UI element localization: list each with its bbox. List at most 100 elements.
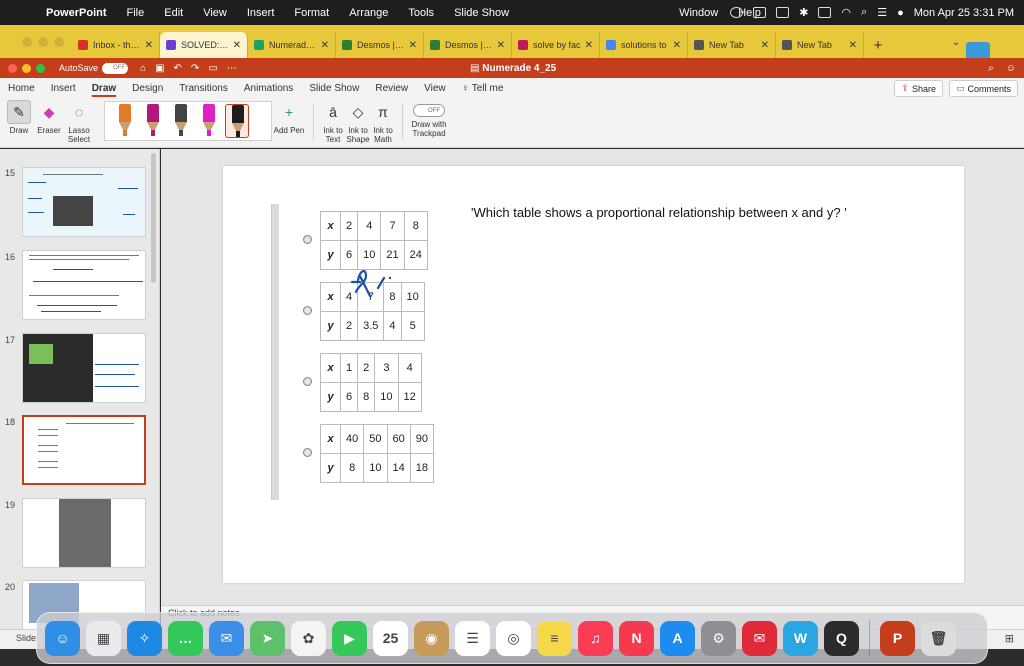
menu-insert[interactable]: Insert	[237, 7, 285, 19]
answer-radio-c[interactable]	[303, 377, 312, 386]
thumbnail-scrollbar[interactable]	[151, 153, 156, 283]
reminders-icon[interactable]: ☰	[455, 620, 490, 656]
eraser-tool-button[interactable]: ◆ Eraser	[32, 100, 66, 136]
trash-icon[interactable]: 🗑	[921, 620, 956, 656]
redo-icon[interactable]: ↷	[191, 63, 199, 74]
launchpad-icon[interactable]: ▦	[86, 620, 121, 656]
close-icon[interactable]: ✕	[233, 40, 241, 51]
profile-icon[interactable]: ☺	[1006, 63, 1016, 74]
facetime-icon[interactable]: ▶	[332, 620, 367, 656]
browser-tab-symbolab[interactable]: solve by fac ✕	[512, 32, 600, 58]
add-pen-button[interactable]: + Add Pen	[272, 100, 306, 135]
answer-radio-d[interactable]	[303, 448, 312, 457]
powerpoint-icon[interactable]: P	[880, 620, 915, 656]
tab-draw[interactable]: Draw	[84, 83, 124, 94]
slide-thumbnail-17[interactable]	[22, 333, 146, 403]
chevron-down-icon[interactable]: ⌄	[952, 37, 960, 48]
slide-thumbnail-15[interactable]	[22, 167, 146, 237]
browser-tab-desmos-graphing[interactable]: Desmos | Gr ✕	[424, 32, 512, 58]
menu-tools[interactable]: Tools	[398, 7, 444, 19]
wifi-icon[interactable]: ◠	[841, 6, 851, 19]
email-app-icon[interactable]: ✉	[742, 620, 777, 656]
browser-tab-new-2[interactable]: New Tab ✕	[776, 32, 864, 58]
menu-view[interactable]: View	[193, 7, 237, 19]
menu-slide-show[interactable]: Slide Show	[444, 7, 519, 19]
battery-icon[interactable]	[818, 7, 832, 18]
comments-button[interactable]: ▭ Comments	[948, 80, 1018, 97]
maps-icon[interactable]: ➤	[250, 620, 285, 656]
contacts-icon[interactable]: ◉	[414, 620, 449, 656]
trackpad-toggle[interactable]: OFF	[413, 104, 445, 117]
numerade-app-icon[interactable]: W	[783, 620, 818, 656]
menu-window[interactable]: Window	[669, 7, 728, 19]
zoom-window-icon[interactable]	[36, 63, 45, 73]
browser-tab-new-1[interactable]: New Tab ✕	[688, 32, 776, 58]
pen-gray[interactable]	[169, 104, 193, 138]
control-center-icon[interactable]: ☰	[877, 6, 887, 19]
draw-with-trackpad-button[interactable]: OFF Draw with Trackpad	[406, 100, 452, 138]
tab-design[interactable]: Design	[124, 83, 171, 94]
home-icon[interactable]: ⌂	[140, 63, 146, 74]
clock[interactable]: Mon Apr 25 3:31 PM	[914, 7, 1014, 19]
dropbox-icon[interactable]	[753, 7, 767, 18]
pen-purple[interactable]	[141, 104, 165, 138]
slide-thumbnail-19[interactable]	[22, 498, 146, 568]
tab-animations[interactable]: Animations	[236, 83, 301, 94]
pen-black-selected[interactable]	[225, 104, 249, 138]
menu-edit[interactable]: Edit	[154, 7, 193, 19]
autosave-toggle[interactable]: OFF	[102, 62, 129, 74]
close-window-icon[interactable]	[8, 63, 17, 73]
mail-icon[interactable]: ✉	[209, 620, 244, 656]
tab-slide-show[interactable]: Slide Show	[301, 83, 367, 94]
ink-to-math-button[interactable]: π Ink to Math	[366, 100, 400, 144]
search-icon[interactable]: ⌕	[988, 63, 994, 74]
current-slide[interactable]: 'Which table shows a proportional relati…	[223, 166, 964, 583]
tab-view[interactable]: View	[416, 83, 454, 94]
menu-file[interactable]: File	[117, 7, 155, 19]
calendar-icon[interactable]: 25	[373, 620, 408, 656]
zoom-window-icon[interactable]	[54, 37, 64, 47]
tab-insert[interactable]: Insert	[43, 83, 84, 94]
close-icon[interactable]: ✕	[673, 40, 681, 51]
record-icon[interactable]	[730, 7, 744, 18]
quicktime-icon[interactable]: Q	[824, 620, 859, 656]
browser-tab-google[interactable]: solutions to ✕	[600, 32, 688, 58]
answer-radio-b[interactable]	[303, 306, 312, 315]
autosave-control[interactable]: AutoSave OFF	[59, 62, 129, 74]
present-icon[interactable]: ▭	[208, 63, 217, 74]
new-tab-button[interactable]: +	[864, 32, 892, 58]
more-icon[interactable]: ⋯	[227, 63, 237, 74]
save-icon[interactable]: ▣	[155, 63, 164, 74]
close-icon[interactable]: ✕	[849, 40, 857, 51]
highlighter-pink[interactable]	[197, 104, 221, 138]
tab-transitions[interactable]: Transitions	[171, 83, 236, 94]
close-icon[interactable]: ✕	[761, 40, 769, 51]
draw-tool-button[interactable]: ✎ Draw	[2, 100, 36, 135]
music-icon[interactable]: ♫	[578, 620, 613, 656]
bluetooth-icon[interactable]: ✱	[799, 6, 808, 19]
display-icon[interactable]	[776, 7, 790, 18]
menu-app-name[interactable]: PowerPoint	[36, 7, 117, 19]
close-icon[interactable]: ✕	[321, 40, 329, 51]
messages-icon[interactable]: …	[168, 620, 203, 656]
menu-format[interactable]: Format	[284, 7, 339, 19]
menu-arrange[interactable]: Arrange	[339, 7, 398, 19]
photos-icon[interactable]: ✿	[291, 620, 326, 656]
slide-thumbnail-18-selected[interactable]	[22, 415, 146, 485]
close-icon[interactable]: ✕	[497, 40, 505, 51]
news-icon[interactable]: N	[619, 620, 654, 656]
appstore-icon[interactable]: A	[660, 620, 695, 656]
tell-me[interactable]: ♀ Tell me	[454, 83, 512, 94]
share-button[interactable]: ⇪ Share	[894, 80, 943, 97]
pen-orange[interactable]	[113, 104, 137, 138]
spotlight-icon[interactable]: ⌕	[861, 6, 867, 19]
close-window-icon[interactable]	[22, 37, 32, 47]
lasso-select-button[interactable]: ◌ Lasso Select	[62, 100, 96, 144]
settings-icon[interactable]: ⚙	[701, 620, 736, 656]
undo-icon[interactable]: ↶	[174, 63, 182, 74]
grid-view-icon[interactable]: ⊞	[1005, 632, 1014, 645]
browser-tab-numerade-sheet[interactable]: Numerade s ✕	[248, 32, 336, 58]
chrome-icon[interactable]: ◎	[496, 620, 531, 656]
browser-tab-gmail[interactable]: Inbox - them ✕	[72, 32, 160, 58]
tab-review[interactable]: Review	[367, 83, 416, 94]
